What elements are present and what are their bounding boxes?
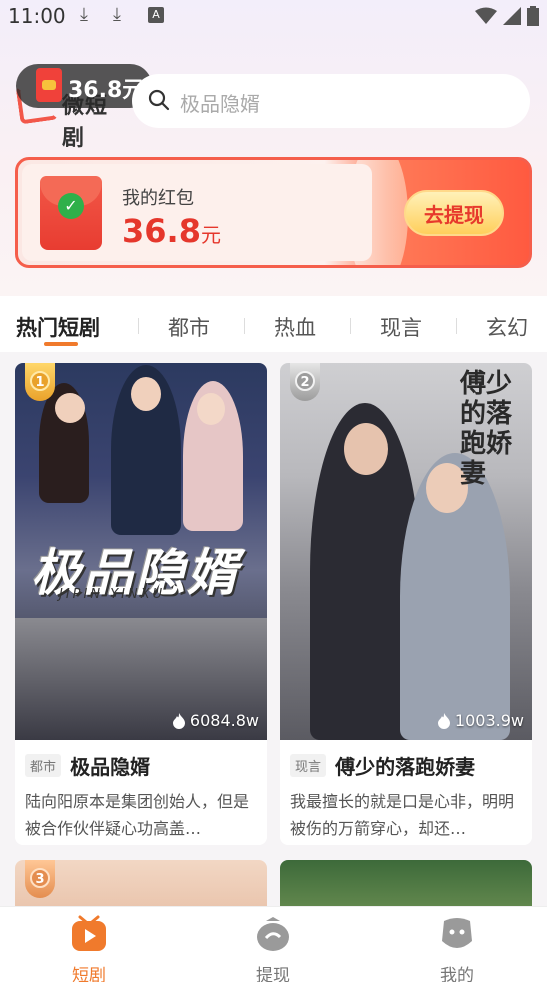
drama-card[interactable]: 傅少的落跑娇妻 2 1003.9w 现言 傅少的落跑娇妻 我最擅长的就是口是心非… <box>280 363 532 845</box>
search-input[interactable]: 极品隐婿 <box>132 74 530 128</box>
tab-active-indicator <box>44 342 78 346</box>
drama-poster: 极品隐婿 JIPIN YINXU <box>15 363 267 740</box>
tab-action[interactable]: 热血 <box>274 312 316 342</box>
download-icon: ⤓ <box>80 4 88 25</box>
poster-subtitle: JIPIN YINXU <box>59 587 166 602</box>
category-tabs: 热门短剧 都市 热血 现言 玄幻 <box>0 296 547 352</box>
tab-divider <box>138 318 139 334</box>
genre-tag: 都市 <box>25 754 62 777</box>
redpack-amount: 36.8元 <box>122 212 221 250</box>
status-time: 11:00 <box>8 4 66 28</box>
wallet-icon <box>254 915 292 953</box>
redpack-icon <box>36 68 62 102</box>
view-count: 1003.9w <box>437 711 524 730</box>
tab-romance[interactable]: 现言 <box>380 312 422 342</box>
withdraw-button[interactable]: 去提现 <box>404 190 504 236</box>
signal-icon <box>503 7 521 25</box>
tv-icon <box>70 915 108 953</box>
poster-face <box>55 393 85 423</box>
poster-face <box>344 423 388 475</box>
view-count-value: 6084.8w <box>189 711 259 730</box>
drama-card[interactable]: 极品隐婿 JIPIN YINXU 1 6084.8w 都市 极品隐婿 陆向阳原本… <box>15 363 267 845</box>
card-info: 都市 极品隐婿 陆向阳原本是集团创始人，但是被合作伙伴疑心功高盖… <box>25 751 261 842</box>
nav-item-profile[interactable]: 我的 <box>412 915 502 982</box>
poster-title: 傅少的落跑娇妻 <box>460 369 513 489</box>
red-envelope-icon: ✓ <box>40 176 102 250</box>
redpack-amount-unit: 元 <box>200 223 221 247</box>
search-placeholder: 极品隐婿 <box>180 92 260 116</box>
nav-label: 短剧 <box>72 966 106 982</box>
nav-item-withdraw[interactable]: 提现 <box>228 915 318 982</box>
redpack-amount-value: 36.8 <box>122 212 201 250</box>
rank-badge: 1 <box>25 363 55 401</box>
download-icon: ⤓ <box>113 4 121 25</box>
card-title-row: 现言 傅少的落跑娇妻 <box>290 751 526 780</box>
rank-badge: 2 <box>290 363 320 401</box>
poster-face <box>197 393 225 425</box>
nav-label: 提现 <box>256 966 290 982</box>
search-icon <box>148 89 170 111</box>
flame-icon <box>172 712 185 729</box>
drama-title: 傅少的落跑娇妻 <box>335 755 476 779</box>
status-bar: 11:00 ⤓ ⤓ A <box>0 0 547 32</box>
drama-poster: 傅少的落跑娇妻 <box>280 363 532 740</box>
card-info: 现言 傅少的落跑娇妻 我最擅长的就是口是心非，明明被伤的万箭穿心，却还… <box>290 751 526 842</box>
redpack-banner[interactable]: ✓ 我的红包 36.8元 去提现 <box>15 157 532 268</box>
profile-icon <box>438 915 476 953</box>
tab-fantasy[interactable]: 玄幻 <box>486 312 528 342</box>
status-icons <box>475 6 539 26</box>
bottom-nav: 短剧 提现 我的 <box>0 906 547 982</box>
drama-description: 我最擅长的就是口是心非，明明被伤的万箭穿心，却还… <box>290 792 515 838</box>
drama-description: 陆向阳原本是集团创始人，但是被合作伙伴疑心功高盖… <box>25 792 250 838</box>
rank-badge: 3 <box>25 860 55 898</box>
view-count-value: 1003.9w <box>454 711 524 730</box>
tab-divider <box>350 318 351 334</box>
drama-title: 极品隐婿 <box>70 755 151 779</box>
tab-divider <box>456 318 457 334</box>
genre-tag: 现言 <box>290 754 327 777</box>
notification-a-icon: A <box>148 7 164 23</box>
redpack-label: 我的红包 <box>122 188 194 209</box>
tab-hot[interactable]: 热门短剧 <box>16 312 100 342</box>
battery-icon <box>527 6 539 26</box>
poster-face <box>131 377 161 411</box>
nav-item-dramas[interactable]: 短剧 <box>44 915 134 982</box>
wifi-icon <box>475 7 497 24</box>
tab-urban[interactable]: 都市 <box>168 312 210 342</box>
flame-icon <box>437 712 450 729</box>
tab-divider <box>244 318 245 334</box>
view-count: 6084.8w <box>172 711 259 730</box>
nav-label: 我的 <box>440 966 474 982</box>
card-title-row: 都市 极品隐婿 <box>25 751 261 780</box>
